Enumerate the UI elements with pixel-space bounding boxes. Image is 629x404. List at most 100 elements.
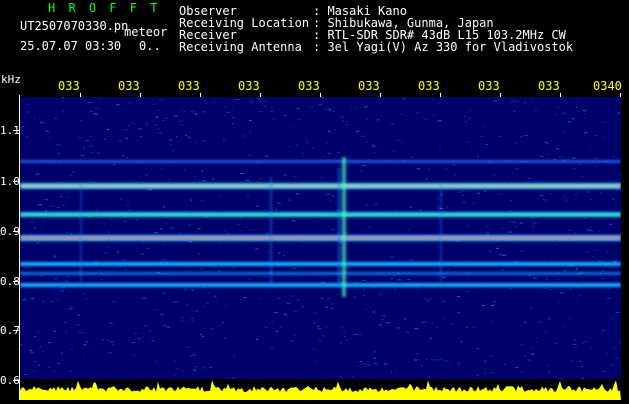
noise-speck — [510, 102, 514, 103]
noise-speck — [477, 156, 478, 157]
noise-speck — [126, 205, 129, 206]
noise-speck — [60, 167, 61, 168]
noise-speck — [57, 363, 61, 364]
noise-speck — [202, 367, 206, 368]
noise-speck — [33, 361, 37, 362]
noise-speck — [151, 282, 153, 283]
noise-speck — [70, 233, 72, 234]
noise-speck — [50, 210, 51, 211]
noise-speck — [347, 134, 349, 135]
noise-speck — [249, 278, 252, 279]
meteor-count: 0.. — [139, 40, 161, 53]
noise-speck — [176, 136, 177, 137]
noise-speck — [208, 303, 209, 304]
noise-speck — [113, 164, 115, 165]
noise-speck — [226, 261, 227, 262]
noise-speck — [201, 200, 205, 201]
noise-speck — [384, 364, 388, 365]
noise-speck — [297, 108, 299, 109]
noise-speck — [54, 278, 57, 279]
noise-speck — [62, 287, 65, 288]
noise-speck — [280, 327, 283, 328]
noise-speck — [331, 308, 334, 309]
x-tick-label: 033 — [478, 80, 500, 93]
noise-speck — [21, 247, 24, 248]
noise-speck — [266, 356, 268, 357]
noise-speck — [575, 347, 577, 348]
noise-speck — [608, 228, 609, 229]
noise-speck — [287, 198, 291, 199]
noise-speck — [340, 270, 341, 271]
noise-speck — [556, 343, 557, 344]
noise-speck — [477, 348, 479, 349]
noise-speck — [531, 98, 532, 99]
noise-speck — [329, 246, 330, 247]
noise-speck — [319, 340, 323, 341]
noise-speck — [548, 365, 550, 366]
noise-speck — [350, 109, 352, 110]
noise-speck — [327, 298, 330, 299]
noise-speck — [78, 137, 81, 138]
noise-speck — [416, 353, 419, 354]
noise-speck — [417, 168, 421, 169]
noise-speck — [603, 136, 605, 137]
noise-speck — [575, 194, 578, 195]
noise-speck — [256, 206, 259, 207]
noise-speck — [145, 174, 148, 175]
noise-speck — [330, 193, 332, 194]
noise-speck — [318, 104, 322, 105]
noise-speck — [431, 359, 433, 360]
noise-speck — [437, 207, 440, 208]
noise-speck — [579, 361, 581, 362]
noise-speck — [84, 220, 86, 221]
noise-speck — [380, 325, 383, 326]
noise-speck — [56, 300, 58, 301]
noise-speck — [169, 140, 172, 141]
noise-speck — [366, 141, 368, 142]
noise-speck — [385, 252, 386, 253]
noise-speck — [547, 143, 549, 144]
noise-speck — [100, 97, 102, 98]
noise-speck — [612, 156, 615, 157]
noise-speck — [398, 279, 402, 280]
noise-speck — [255, 249, 259, 250]
noise-speck — [157, 129, 160, 130]
noise-speck — [41, 351, 44, 352]
x-tick-label: 033 — [238, 80, 260, 93]
noise-speck — [55, 118, 57, 119]
noise-speck — [147, 189, 150, 190]
noise-speck — [140, 136, 142, 137]
noise-speck — [54, 257, 56, 258]
noise-speck — [131, 342, 135, 343]
noise-speck — [545, 142, 547, 143]
noise-speck — [186, 211, 187, 212]
noise-speck — [198, 254, 200, 255]
noise-speck — [272, 322, 274, 323]
noise-speck — [185, 135, 187, 136]
noise-speck — [190, 355, 194, 356]
noise-speck — [536, 342, 538, 343]
noise-speck — [308, 106, 310, 107]
noise-speck — [590, 254, 592, 255]
noise-speck — [515, 367, 518, 368]
noise-speck — [275, 331, 278, 332]
noise-speck — [331, 229, 335, 230]
noise-speck — [154, 232, 157, 233]
noise-speck — [40, 275, 44, 276]
noise-speck — [584, 132, 588, 133]
noise-speck — [155, 310, 157, 311]
noise-speck — [325, 307, 328, 308]
noise-speck — [153, 104, 156, 105]
noise-speck — [188, 225, 191, 226]
noise-speck — [337, 152, 341, 153]
noise-speck — [401, 306, 403, 307]
noise-speck — [318, 224, 321, 225]
noise-speck — [174, 116, 178, 117]
noise-speck — [131, 123, 135, 124]
noise-speck — [616, 312, 620, 313]
noise-speck — [212, 178, 214, 179]
noise-speck — [43, 221, 45, 222]
noise-speck — [200, 334, 202, 335]
noise-speck — [190, 200, 192, 201]
noise-speck — [83, 147, 84, 148]
